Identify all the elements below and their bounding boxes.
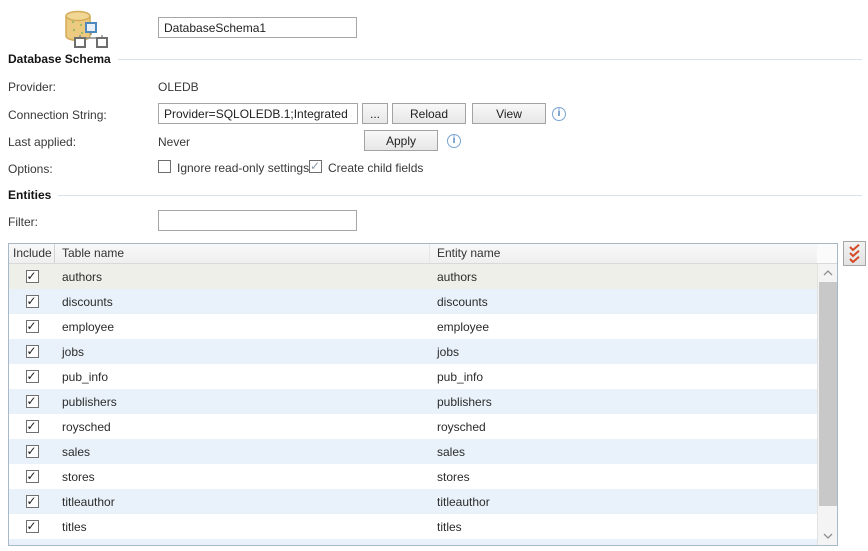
row-include-checkbox[interactable] (26, 370, 39, 383)
table-row[interactable]: jobs jobs (9, 339, 817, 364)
row-table-name: discounts (55, 295, 430, 309)
row-table-name: publishers (55, 395, 430, 409)
table-row[interactable]: authors authors (9, 264, 817, 289)
row-include-checkbox[interactable] (26, 520, 39, 533)
entities-grid: Include Table name Entity name authors a… (8, 243, 838, 546)
section-title-entities: Entities (8, 188, 51, 202)
row-table-name: authors (55, 270, 430, 284)
row-include-checkbox[interactable] (26, 345, 39, 358)
row-table-name: pub_info (55, 370, 430, 384)
row-include-cell (9, 395, 55, 408)
connection-info-icon[interactable]: i (552, 107, 566, 121)
table-row[interactable]: titles titles (9, 514, 817, 539)
scrollbar-thumb[interactable] (819, 282, 837, 506)
schema-designer-page: Database Schema Provider: OLEDB Connecti… (0, 0, 868, 551)
row-include-checkbox[interactable] (26, 320, 39, 333)
column-header-include[interactable]: Include (9, 244, 55, 263)
section-rule (58, 195, 862, 196)
row-entity-name: roysched (430, 420, 817, 434)
row-table-name: employee (55, 320, 430, 334)
scroll-up-icon[interactable] (818, 264, 837, 282)
row-entity-name: employee (430, 320, 817, 334)
row-include-checkbox[interactable] (26, 470, 39, 483)
database-schema-icon (63, 8, 109, 51)
section-title-database-schema: Database Schema (8, 52, 111, 66)
row-include-cell (9, 470, 55, 483)
row-entity-name: publishers (430, 395, 817, 409)
table-row[interactable]: titleauthor titleauthor (9, 489, 817, 514)
filter-label: Filter: (8, 215, 38, 229)
row-include-checkbox[interactable] (26, 295, 39, 308)
last-applied-value: Never (158, 135, 190, 149)
table-row[interactable]: publishers publishers (9, 389, 817, 414)
section-entities: Entities (8, 188, 862, 202)
apply-button[interactable]: Apply (364, 130, 438, 151)
table-row[interactable]: roysched roysched (9, 414, 817, 439)
row-entity-name: sales (430, 445, 817, 459)
grid-rows: authors authors discounts discounts empl… (9, 264, 817, 539)
connection-string-label: Connection String: (8, 108, 107, 122)
row-table-name: titles (55, 520, 430, 534)
grid-body: authors authors discounts discounts empl… (9, 264, 817, 545)
table-row[interactable]: pub_info pub_info (9, 364, 817, 389)
table-row[interactable]: employee employee (9, 314, 817, 339)
row-include-cell (9, 520, 55, 533)
grid-scroll-corner (817, 244, 837, 264)
row-table-name: roysched (55, 420, 430, 434)
reload-button[interactable]: Reload (392, 103, 466, 124)
row-entity-name: authors (430, 270, 817, 284)
row-entity-name: pub_info (430, 370, 817, 384)
row-table-name: sales (55, 445, 430, 459)
row-entity-name: titleauthor (430, 495, 817, 509)
row-include-cell (9, 495, 55, 508)
row-include-cell (9, 295, 55, 308)
row-include-checkbox[interactable] (26, 420, 39, 433)
browse-connection-button[interactable]: ... (362, 103, 388, 124)
column-header-entity-name[interactable]: Entity name (430, 244, 817, 263)
row-include-checkbox[interactable] (26, 395, 39, 408)
table-row[interactable]: stores stores (9, 464, 817, 489)
scroll-down-icon[interactable] (818, 527, 837, 545)
options-label: Options: (8, 162, 53, 176)
table-row[interactable]: discounts discounts (9, 289, 817, 314)
connection-string-input[interactable] (158, 103, 358, 124)
triple-check-icon (847, 244, 862, 263)
section-rule (118, 59, 862, 60)
grid-header: Include Table name Entity name (9, 244, 817, 264)
filter-input[interactable] (158, 210, 357, 231)
create-child-fields-label: Create child fields (328, 161, 423, 175)
provider-value: OLEDB (158, 80, 199, 94)
row-entity-name: jobs (430, 345, 817, 359)
row-table-name: jobs (55, 345, 430, 359)
view-button[interactable]: View (472, 103, 546, 124)
row-include-checkbox[interactable] (26, 445, 39, 458)
row-include-cell (9, 345, 55, 358)
row-entity-name: stores (430, 470, 817, 484)
row-include-cell (9, 270, 55, 283)
section-database-schema: Database Schema (8, 52, 862, 66)
last-applied-label: Last applied: (8, 135, 76, 149)
row-table-name: titleauthor (55, 495, 430, 509)
row-include-cell (9, 420, 55, 433)
schema-name-input[interactable] (158, 17, 357, 38)
row-include-cell (9, 370, 55, 383)
check-all-button[interactable] (843, 241, 866, 266)
row-include-cell (9, 320, 55, 333)
row-include-checkbox[interactable] (26, 270, 39, 283)
vertical-scrollbar[interactable] (817, 264, 837, 545)
grid-partial-row (9, 539, 817, 545)
apply-info-icon[interactable]: i (447, 134, 461, 148)
create-child-fields-checkbox[interactable] (309, 160, 322, 173)
row-include-cell (9, 445, 55, 458)
ignore-readonly-label: Ignore read-only settings (177, 161, 309, 175)
row-entity-name: discounts (430, 295, 817, 309)
ignore-readonly-checkbox[interactable] (158, 160, 171, 173)
table-row[interactable]: sales sales (9, 439, 817, 464)
row-entity-name: titles (430, 520, 817, 534)
column-header-table-name[interactable]: Table name (55, 244, 430, 263)
provider-label: Provider: (8, 80, 56, 94)
row-include-checkbox[interactable] (26, 495, 39, 508)
row-table-name: stores (55, 470, 430, 484)
